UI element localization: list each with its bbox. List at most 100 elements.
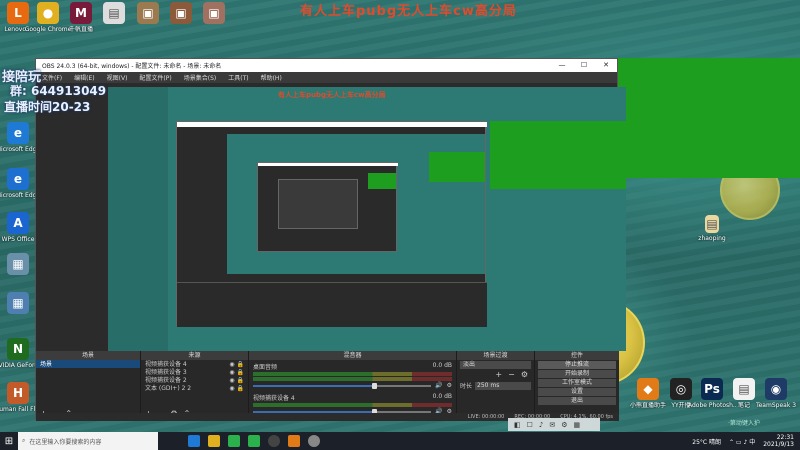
studio-mode-button[interactable]: 工作室模式 [538, 379, 616, 387]
transition-select[interactable]: 淡出 [460, 361, 531, 369]
overlay-line-2: 群: 644913049 [10, 84, 107, 98]
duration-label: 时长 [460, 383, 473, 390]
menu-file[interactable]: 文件(F) [42, 73, 62, 82]
image-icon: ▣ [137, 2, 159, 24]
mixer-channel: 桌面音频 0.0 dB 🔊 ⚙ [253, 362, 452, 389]
file-icon: ▤ [103, 2, 125, 24]
speaker-icon[interactable]: 🔊 [435, 382, 442, 389]
source-item[interactable]: 视频捕获设备 3 ◉ 🔒 [141, 368, 248, 376]
audio-mixer-dock: 混音器 桌面音频 0.0 dB 🔊 ⚙ 视频捕获设备 4 0.0 dB 🔊 ⚙ [249, 351, 457, 421]
obs-docks: 场景 场景 + − ⌃ ⌄ 来源 视频捕获设备 4◉ 🔒 视频捕获设备 3◉ 🔒… [36, 351, 619, 421]
sources-dock: 来源 视频捕获设备 4 ◉ 🔒 视频捕获设备 3 ◉ 🔒 视频捕获设备 2 ◉ 🔒 文… [141, 351, 249, 421]
stop-streaming-button[interactable]: 停止推流 [538, 361, 616, 369]
visibility-icon[interactable]: ◉ 🔒 [229, 385, 244, 392]
source-item[interactable]: 视频捕获设备 2 ◉ 🔒 [141, 376, 248, 384]
image-icon: ▣ [203, 2, 225, 24]
visibility-icon[interactable]: ◉ 🔒 [229, 361, 244, 368]
game-icon: H [7, 382, 29, 404]
volume-slider[interactable] [253, 382, 432, 389]
nested-green-block [429, 152, 485, 182]
clock[interactable]: 22:31 2021/9/13 [763, 434, 794, 448]
mixer-dock-header: 混音器 [249, 351, 456, 360]
scenes-dock: 场景 场景 + − ⌃ ⌄ [36, 351, 141, 421]
edge-icon[interactable] [188, 435, 200, 447]
qianfan-icon: M [70, 2, 92, 24]
search-placeholder: 在这里输入你要搜索的内容 [29, 438, 102, 446]
sources-dock-header: 来源 [141, 351, 248, 360]
wps-icon: A [7, 212, 29, 234]
visibility-icon[interactable]: ◉ 🔒 [229, 369, 244, 376]
obs-icon[interactable] [268, 435, 280, 447]
exit-button[interactable]: 退出 [538, 397, 616, 405]
image-icon: ▣ [170, 2, 192, 24]
weather-widget[interactable]: 25°C 晴朗 [692, 437, 721, 446]
file-icon: ▤ [705, 215, 719, 233]
obs-window[interactable]: OBS 24.0.3 (64-bit, windows) - 配置文件: 未命名… [35, 58, 626, 421]
controls-dock-header: 控件 [535, 351, 619, 360]
source-item[interactable]: 文本 (GDI+) 2 2 ◉ 🔒 [141, 384, 248, 392]
overlay-line-3: 直播时间20-23 [4, 100, 91, 114]
green-placeholder-block [617, 58, 800, 178]
tray-icons[interactable]: ⌃ ▭ ♪ 中 [729, 437, 755, 446]
maximize-icon[interactable]: ☐ [573, 59, 595, 72]
gear-icon[interactable]: ⚙ [521, 370, 528, 379]
teamspeak-icon: ◉ [765, 378, 787, 400]
chrome-icon: ● [37, 2, 59, 24]
obs-menubar: 文件(F) 编辑(E) 视图(V) 配置文件(P) 场景集合(S) 工具(T) … [36, 72, 617, 83]
menu-scene-collection[interactable]: 场景集合(S) [184, 73, 217, 82]
xiaoxiong-icon: ◆ [637, 378, 659, 400]
menu-edit[interactable]: 编辑(E) [74, 73, 94, 82]
wechat-icon[interactable] [248, 435, 260, 447]
taskbar: ⊞ ⌕ 在这里输入你要搜索的内容 25°C 晴朗 ⌃ ▭ ♪ 中 22:31 2… [0, 432, 800, 450]
preview-green-block [490, 121, 626, 189]
desktop-shortcut[interactable]: ▣ [190, 2, 238, 26]
settings-button[interactable]: 设置 [538, 388, 616, 396]
shortcut-label: TeamSpeak 3 [755, 402, 797, 409]
obs-titlebar[interactable]: OBS 24.0.3 (64-bit, windows) - 配置文件: 未命名… [36, 59, 617, 72]
system-tray: 25°C 晴朗 ⌃ ▭ ♪ 中 22:31 2021/9/13 [692, 432, 794, 450]
scenes-dock-header: 场景 [36, 351, 140, 360]
edge-icon: e [7, 168, 29, 190]
search-icon: ⌕ [22, 437, 26, 444]
taskbar-search-box[interactable]: ⌕ 在这里输入你要搜索的内容 [18, 432, 158, 450]
file-explorer-icon[interactable] [208, 435, 220, 447]
desktop-shortcut[interactable]: ▤ zhaoping [688, 215, 736, 242]
xiaoxiong-icon[interactable] [288, 435, 300, 447]
tool-icon[interactable]: ▦ [574, 421, 581, 429]
audio-meter [253, 403, 452, 407]
remove-transition-icon[interactable]: − [508, 370, 515, 379]
obs-preview-canvas[interactable]: 有人上车pubg无人上车cw高分局 [108, 87, 626, 351]
nested-green-block [368, 173, 396, 189]
duration-input[interactable]: 250 ms [475, 381, 531, 390]
wechat-icon[interactable] [228, 435, 240, 447]
menu-profile[interactable]: 配置文件(P) [139, 73, 171, 82]
tool-icon[interactable]: ♪ [539, 421, 543, 429]
audio-meter [253, 372, 452, 376]
close-icon[interactable]: ✕ [595, 59, 617, 72]
scene-item[interactable]: 场景 [36, 360, 140, 368]
folder-icon: ▦ [7, 292, 29, 314]
tool-icon[interactable]: ⚙ [561, 421, 567, 429]
menu-view[interactable]: 视图(V) [107, 73, 128, 82]
app-icon[interactable] [308, 435, 320, 447]
folder-icon: ▦ [7, 253, 29, 275]
nested-obs-capture [176, 121, 487, 327]
visibility-icon[interactable]: ◉ 🔒 [229, 377, 244, 384]
shortcut-label: 千帆直播 [68, 26, 93, 33]
start-recording-button[interactable]: 开始录制 [538, 370, 616, 378]
add-transition-icon[interactable]: + [495, 370, 502, 379]
menu-tools[interactable]: 工具(T) [228, 73, 248, 82]
live-timer: LIVE: 00:00:00 [467, 414, 505, 420]
controls-dock: 控件 停止推流 开始录制 工作室模式 设置 退出 [535, 351, 619, 421]
minimize-icon[interactable]: — [551, 59, 573, 72]
gear-icon[interactable]: ⚙ [447, 382, 452, 389]
desktop-shortcut[interactable]: ◉ TeamSpeak 3 [752, 378, 800, 409]
tool-icon[interactable]: ◧ [514, 421, 521, 429]
taskbar-apps [188, 435, 320, 447]
windows-start-icon[interactable]: ⊞ [0, 436, 18, 447]
menu-help[interactable]: 帮助(H) [261, 73, 282, 82]
tool-icon[interactable]: ✉ [549, 421, 555, 429]
source-item[interactable]: 视频捕获设备 4 ◉ 🔒 [141, 360, 248, 368]
watermark: ·第动键入护 [728, 420, 760, 427]
tool-icon[interactable]: ☐ [527, 421, 533, 429]
